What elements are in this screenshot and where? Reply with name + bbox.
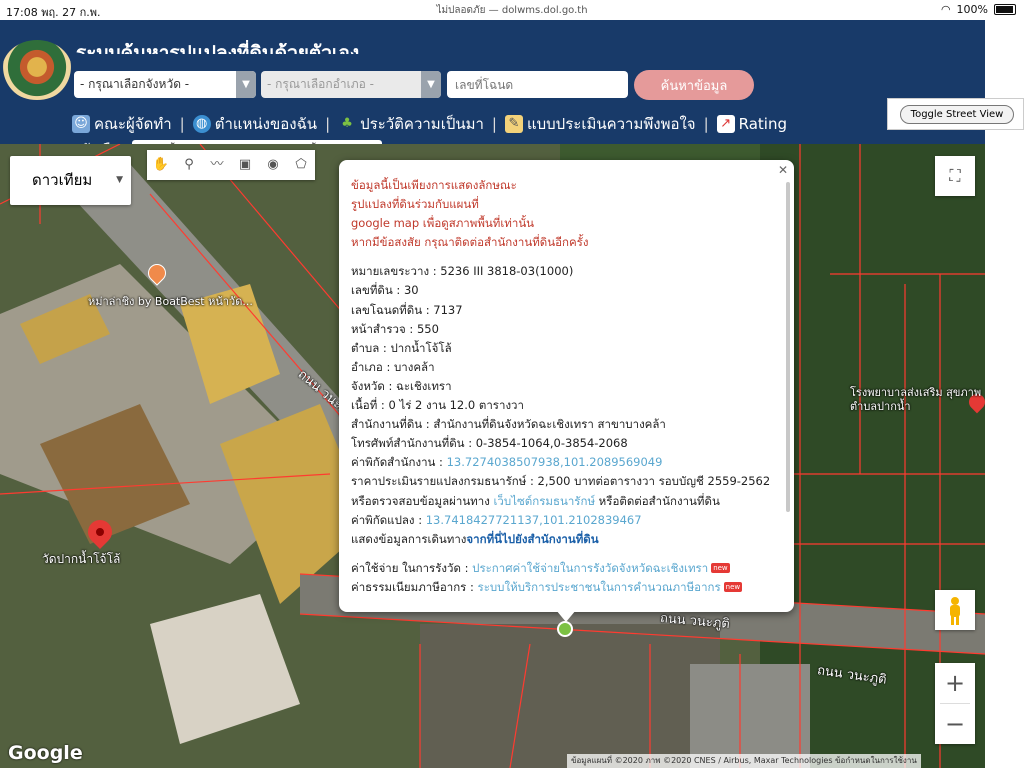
treasury-link[interactable]: เว็บไซต์กรมธนารักษ์ [494, 494, 596, 508]
chevron-down-icon: ▼ [236, 71, 256, 98]
nav-separator: | [491, 115, 497, 133]
zoom-control: + − [935, 663, 975, 744]
status-bar: 17:08 พฤ. 27 ก.พ. ไม่ปลอดภัย — dolwms.do… [0, 0, 1024, 20]
nav-separator: | [325, 115, 331, 133]
field-office-coord: ค่าพิกัดสำนักงาน : 13.7274038507938,101.… [351, 455, 663, 470]
field-check: หรือตรวจสอบข้อมูลผ่านทาง เว็บไซต์กรมธนาร… [351, 493, 720, 508]
circle-icon[interactable]: ◉ [259, 150, 287, 180]
info-scrollbar[interactable] [786, 182, 790, 512]
main-nav: ☺ คณะผู้จัดทำ | ◍ ตำแหน่งของฉัน | ♣ ประว… [72, 113, 787, 135]
info-note: google map เพื่อดูสภาพพื้นที่เท่านั้น [351, 216, 535, 231]
tax-link[interactable]: ระบบให้บริการประชาชนในการคำนวณภาษีอากร [478, 580, 721, 594]
field-deed-number: เลขโฉนดที่ดิน : 7137 [351, 302, 463, 317]
survey-fee-link[interactable]: ประกาศค่าใช้จ่ายในการรังวัดจังหวัดฉะเชิง… [472, 561, 708, 575]
nav-item-my-location[interactable]: ◍ ตำแหน่งของฉัน [192, 112, 317, 136]
new-badge: new [723, 582, 743, 593]
map-type-dropdown[interactable]: ดาวเทียม ▼ [10, 156, 131, 205]
field-survey-fee: ค่าใช้จ่าย ในการรังวัด : ประกาศค่าใช้จ่า… [351, 560, 730, 575]
field-area: เนื้อที่ : 0 ไร่ 2 งาน 12.0 ตารางวา [351, 398, 524, 413]
info-window-pointer [556, 610, 576, 622]
nav-item-history[interactable]: ♣ ประวัติความเป็นมา [338, 112, 484, 136]
site-header: ระบบค้นหารูปแปลงที่ดินด้วยตัวเอง - กรุณา… [0, 20, 985, 161]
pegman-icon [950, 597, 960, 625]
chevron-down-icon: ▼ [421, 71, 441, 98]
street-view-panel: Toggle Street View [887, 98, 1024, 130]
sprout-icon: ♣ [341, 116, 353, 131]
province-select[interactable]: - กรุณาเลือกจังหวัด - ▼ [74, 71, 256, 98]
search-button[interactable]: ค้นหาข้อมูล [634, 70, 754, 100]
field-appraisal: ราคาประเมินรายแปลงกรมธนารักษ์ : 2,500 บา… [351, 474, 771, 489]
field-subdistrict: ตำบล : ปากน้ำโจ้โล้ [351, 340, 452, 355]
info-note: รูปแปลงที่ดินร่วมกับแผนที่ [351, 197, 479, 212]
nav-separator: | [703, 115, 709, 133]
site-title: ระบบค้นหารูปแปลงที่ดินด้วยตัวเอง [76, 42, 360, 54]
rectangle-icon[interactable]: ▣ [231, 150, 259, 180]
status-right: ◠ 100% [941, 3, 1016, 16]
field-map-sheet: หมายเลขระวาง : 5236 III 3818-03(1000) [351, 264, 574, 279]
parcel-coord-link[interactable]: 13.7418427721137,101.2102839467 [426, 513, 642, 527]
fullscreen-button[interactable]: ⛶ [935, 156, 975, 196]
address-bar[interactable]: ไม่ปลอดภัย — dolwms.dol.go.th [0, 3, 1024, 18]
form-icon: ✎ [504, 115, 523, 133]
polyline-icon[interactable]: 〰 [203, 150, 231, 180]
dol-logo [2, 40, 72, 100]
field-province: จังหวัด : ฉะเชิงเทรา [351, 378, 452, 393]
zoom-in-button[interactable]: + [935, 663, 975, 703]
toggle-street-view-button[interactable]: Toggle Street View [900, 105, 1014, 124]
office-coord-link[interactable]: 13.7274038507938,101.2089569049 [447, 455, 663, 469]
parcel-marker[interactable] [557, 621, 573, 637]
chart-icon: ↗ [716, 115, 735, 133]
parcel-info-window: ✕ ข้อมูลนี้เป็นเพียงการแสดงลักษณะ รูปแปล… [339, 160, 794, 612]
street-view-pegman[interactable] [935, 590, 975, 630]
battery-percent: 100% [956, 3, 988, 16]
field-land-office: สำนักงานที่ดิน : สำนักงานที่ดินจังหวัดฉะ… [351, 417, 666, 432]
field-route: แสดงข้อมูลการเดินทางจากที่นี่ไปยังสำนักง… [351, 531, 599, 546]
parcel-info-body: ข้อมูลนี้เป็นเพียงการแสดงลักษณะ รูปแปลงท… [351, 176, 779, 597]
route-link[interactable]: จากที่นี่ไปยังสำนักงานที่ดิน [466, 532, 598, 546]
nav-separator: | [179, 115, 185, 133]
field-tax-fee: ค่าธรรมเนียมภาษีอากร : ระบบให้บริการประช… [351, 579, 743, 594]
poi-label-restaurant[interactable]: หม่าล่าชิง by BoatBest หน้าวัด... [88, 292, 253, 310]
map-canvas[interactable]: ดาวเทียม ▼ ✋ ⚲ 〰 ▣ ◉ ⬠ ⛶ หม่าล่าชิง by B… [0, 144, 985, 768]
google-logo: Google [8, 742, 83, 764]
poi-label-hospital[interactable]: โรงพยาบาลส่งเสริม สุขภาพตำบลปากน้ำ [850, 386, 985, 414]
field-parcel-coord: ค่าพิกัดแปลง : 13.7418427721137,101.2102… [351, 512, 642, 527]
hand-icon[interactable]: ✋ [147, 150, 175, 180]
zoom-out-button[interactable]: − [935, 704, 975, 744]
info-note: ข้อมูลนี้เป็นเพียงการแสดงลักษณะ [351, 178, 517, 192]
nav-item-survey[interactable]: ✎ แบบประเมินความพึงพอใจ [504, 112, 696, 136]
battery-icon [994, 4, 1016, 15]
globe-icon: ◍ [192, 115, 211, 133]
close-icon[interactable]: ✕ [778, 163, 788, 177]
district-select[interactable]: - กรุณาเลือกอำเภอ - ▼ [261, 71, 441, 98]
chevron-down-icon: ▼ [116, 175, 123, 185]
polygon-icon[interactable]: ⬠ [287, 150, 315, 180]
marker-icon[interactable]: ⚲ [175, 150, 203, 180]
map-attribution[interactable]: ข้อมูลแผนที่ ©2020 ภาพ ©2020 CNES / Airb… [567, 754, 921, 768]
people-icon: ☺ [72, 115, 90, 133]
new-badge: new [711, 563, 730, 574]
nav-item-team[interactable]: ☺ คณะผู้จัดทำ [72, 112, 172, 136]
field-land-number: เลขที่ดิน : 30 [351, 283, 419, 298]
deed-number-input[interactable] [447, 71, 628, 98]
wifi-icon: ◠ [940, 3, 951, 16]
poi-label-temple[interactable]: วัดปากน้ำโจ้โล้ [42, 550, 120, 569]
info-note: หากมีข้อสงสัย กรุณาติดต่อสำนักงานที่ดินอ… [351, 235, 589, 250]
drawing-toolbar: ✋ ⚲ 〰 ▣ ◉ ⬠ [147, 150, 315, 180]
nav-item-rating[interactable]: ↗ Rating [716, 115, 787, 133]
field-survey-page: หน้าสำรวจ : 550 [351, 321, 439, 336]
fullscreen-icon: ⛶ [949, 166, 961, 185]
field-office-phone: โทรศัพท์สำนักงานที่ดิน : 0-3854-1064,0-3… [351, 436, 628, 451]
field-district: อำเภอ : บางคล้า [351, 359, 435, 374]
